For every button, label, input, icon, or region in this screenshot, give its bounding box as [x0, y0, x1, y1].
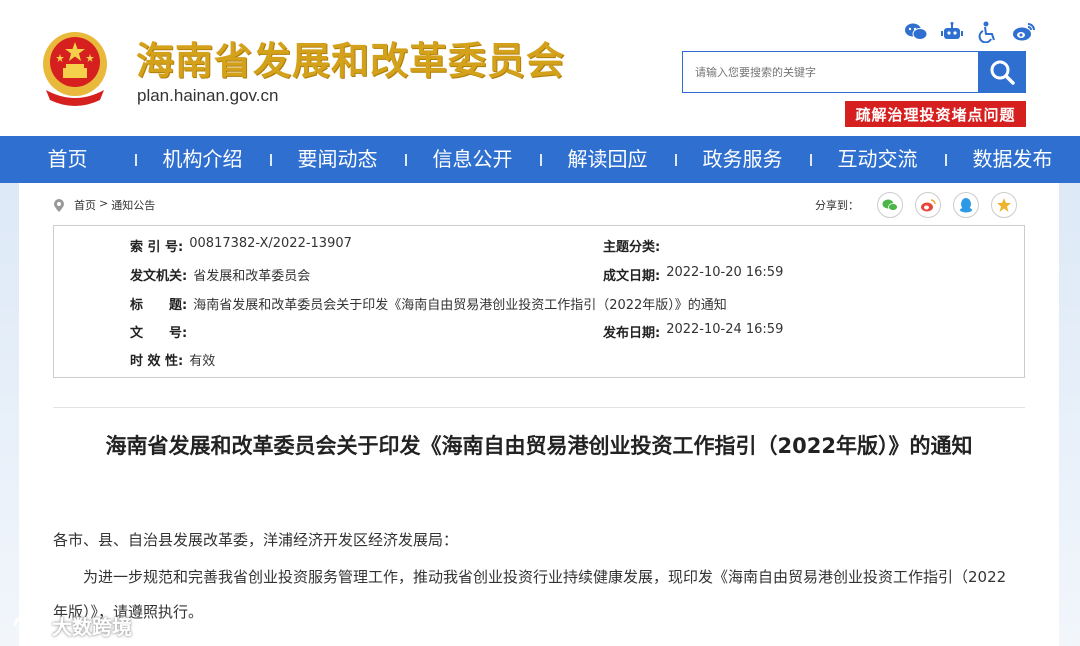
- breadcrumb-home[interactable]: 首页: [74, 197, 96, 213]
- share-bar: 分享到：: [815, 192, 1017, 218]
- wechat-icon[interactable]: [904, 20, 928, 44]
- breadcrumb-separator: >: [99, 197, 109, 210]
- info-issuer-label: 发文机关:: [130, 269, 188, 284]
- share-label: 分享到：: [815, 199, 859, 212]
- nav-item-about[interactable]: 机构介绍: [135, 136, 270, 183]
- info-title-value: 海南省发展和改革委员会关于印发《海南自由贸易港创业投资工作指引（2022年版）》…: [193, 298, 727, 313]
- top-icon-bar: [904, 20, 1036, 44]
- search-icon: [990, 60, 1015, 85]
- info-published-label: 发布日期:: [603, 326, 661, 341]
- info-created: 成文日期: 2022-10-20 16:59: [603, 265, 783, 284]
- info-topic: 主题分类:: [603, 236, 666, 255]
- nav-item-news[interactable]: 要闻动态: [270, 136, 405, 183]
- share-favorite-icon[interactable]: [991, 192, 1017, 218]
- search-input[interactable]: [683, 52, 978, 92]
- watermark-text: 大数跨境: [52, 615, 132, 639]
- nav-item-interaction[interactable]: 互动交流: [810, 136, 945, 183]
- nav-item-data[interactable]: 数据发布: [945, 136, 1080, 183]
- info-created-value: 2022-10-20 16:59: [666, 265, 784, 280]
- site-header: 海南省发展和改革委员会 plan.hainan.gov.cn 疏解治理投资堵点问…: [0, 0, 1080, 136]
- accessibility-icon[interactable]: [976, 20, 1000, 44]
- info-index-label: 索 引 号:: [130, 240, 184, 255]
- info-validity-label: 时 效 性:: [130, 354, 184, 369]
- watermark: 大数跨境: [12, 611, 132, 640]
- robot-icon[interactable]: [940, 20, 964, 44]
- nav-item-interpretation[interactable]: 解读回应: [540, 136, 675, 183]
- breadcrumb: 首页 > 通知公告: [54, 197, 155, 213]
- info-title-label: 标 题:: [130, 298, 188, 313]
- info-published: 发布日期: 2022-10-24 16:59: [603, 322, 783, 341]
- info-docno: 文 号:: [130, 322, 193, 341]
- weibo-icon[interactable]: [1012, 20, 1036, 44]
- info-index-value: 00817382-X/2022-13907: [189, 236, 352, 251]
- info-published-value: 2022-10-24 16:59: [666, 322, 784, 337]
- info-title: 标 题: 海南省发展和改革委员会关于印发《海南自由贸易港创业投资工作指引（202…: [130, 294, 727, 313]
- promo-button[interactable]: 疏解治理投资堵点问题: [845, 101, 1026, 127]
- divider: [53, 407, 1025, 408]
- info-issuer-value: 省发展和改革委员会: [193, 269, 311, 284]
- document-paragraph-line-1: 为进一步规范和完善我省创业投资服务管理工作，推动我省创业投资行业持续健康发展，现…: [83, 568, 1007, 586]
- breadcrumb-current[interactable]: 通知公告: [111, 197, 155, 213]
- site-url[interactable]: plan.hainan.gov.cn: [137, 86, 278, 106]
- national-emblem-icon: [43, 32, 107, 106]
- search-button[interactable]: [978, 51, 1026, 93]
- watermark-logo-icon: [13, 615, 44, 634]
- location-pin-icon: [54, 198, 64, 212]
- search-box: [682, 51, 978, 93]
- info-issuer: 发文机关: 省发展和改革委员会: [130, 265, 310, 284]
- main-nav: 首页 机构介绍 要闻动态 信息公开 解读回应 政务服务 互动交流 数据发布: [0, 136, 1080, 183]
- document-title: 海南省发展和改革委员会关于印发《海南自由贸易港创业投资工作指引（2022年版）》…: [105, 434, 973, 458]
- share-wechat-icon[interactable]: [877, 192, 903, 218]
- info-created-label: 成文日期:: [603, 269, 661, 284]
- nav-item-disclosure[interactable]: 信息公开: [405, 136, 540, 183]
- nav-item-services[interactable]: 政务服务: [675, 136, 810, 183]
- info-index: 索 引 号: 00817382-X/2022-13907: [130, 236, 352, 255]
- nav-item-home[interactable]: 首页: [0, 136, 135, 183]
- share-qq-icon[interactable]: [953, 192, 979, 218]
- info-validity: 时 效 性: 有效: [130, 350, 215, 369]
- info-validity-value: 有效: [189, 354, 216, 369]
- document-salutation: 各市、县、自治县发展改革委，洋浦经济开发区经济发展局：: [53, 531, 459, 549]
- info-docno-label: 文 号:: [130, 326, 188, 341]
- share-weibo-icon[interactable]: [915, 192, 941, 218]
- site-title[interactable]: 海南省发展和改革委员会: [136, 30, 565, 85]
- info-topic-label: 主题分类:: [603, 240, 661, 255]
